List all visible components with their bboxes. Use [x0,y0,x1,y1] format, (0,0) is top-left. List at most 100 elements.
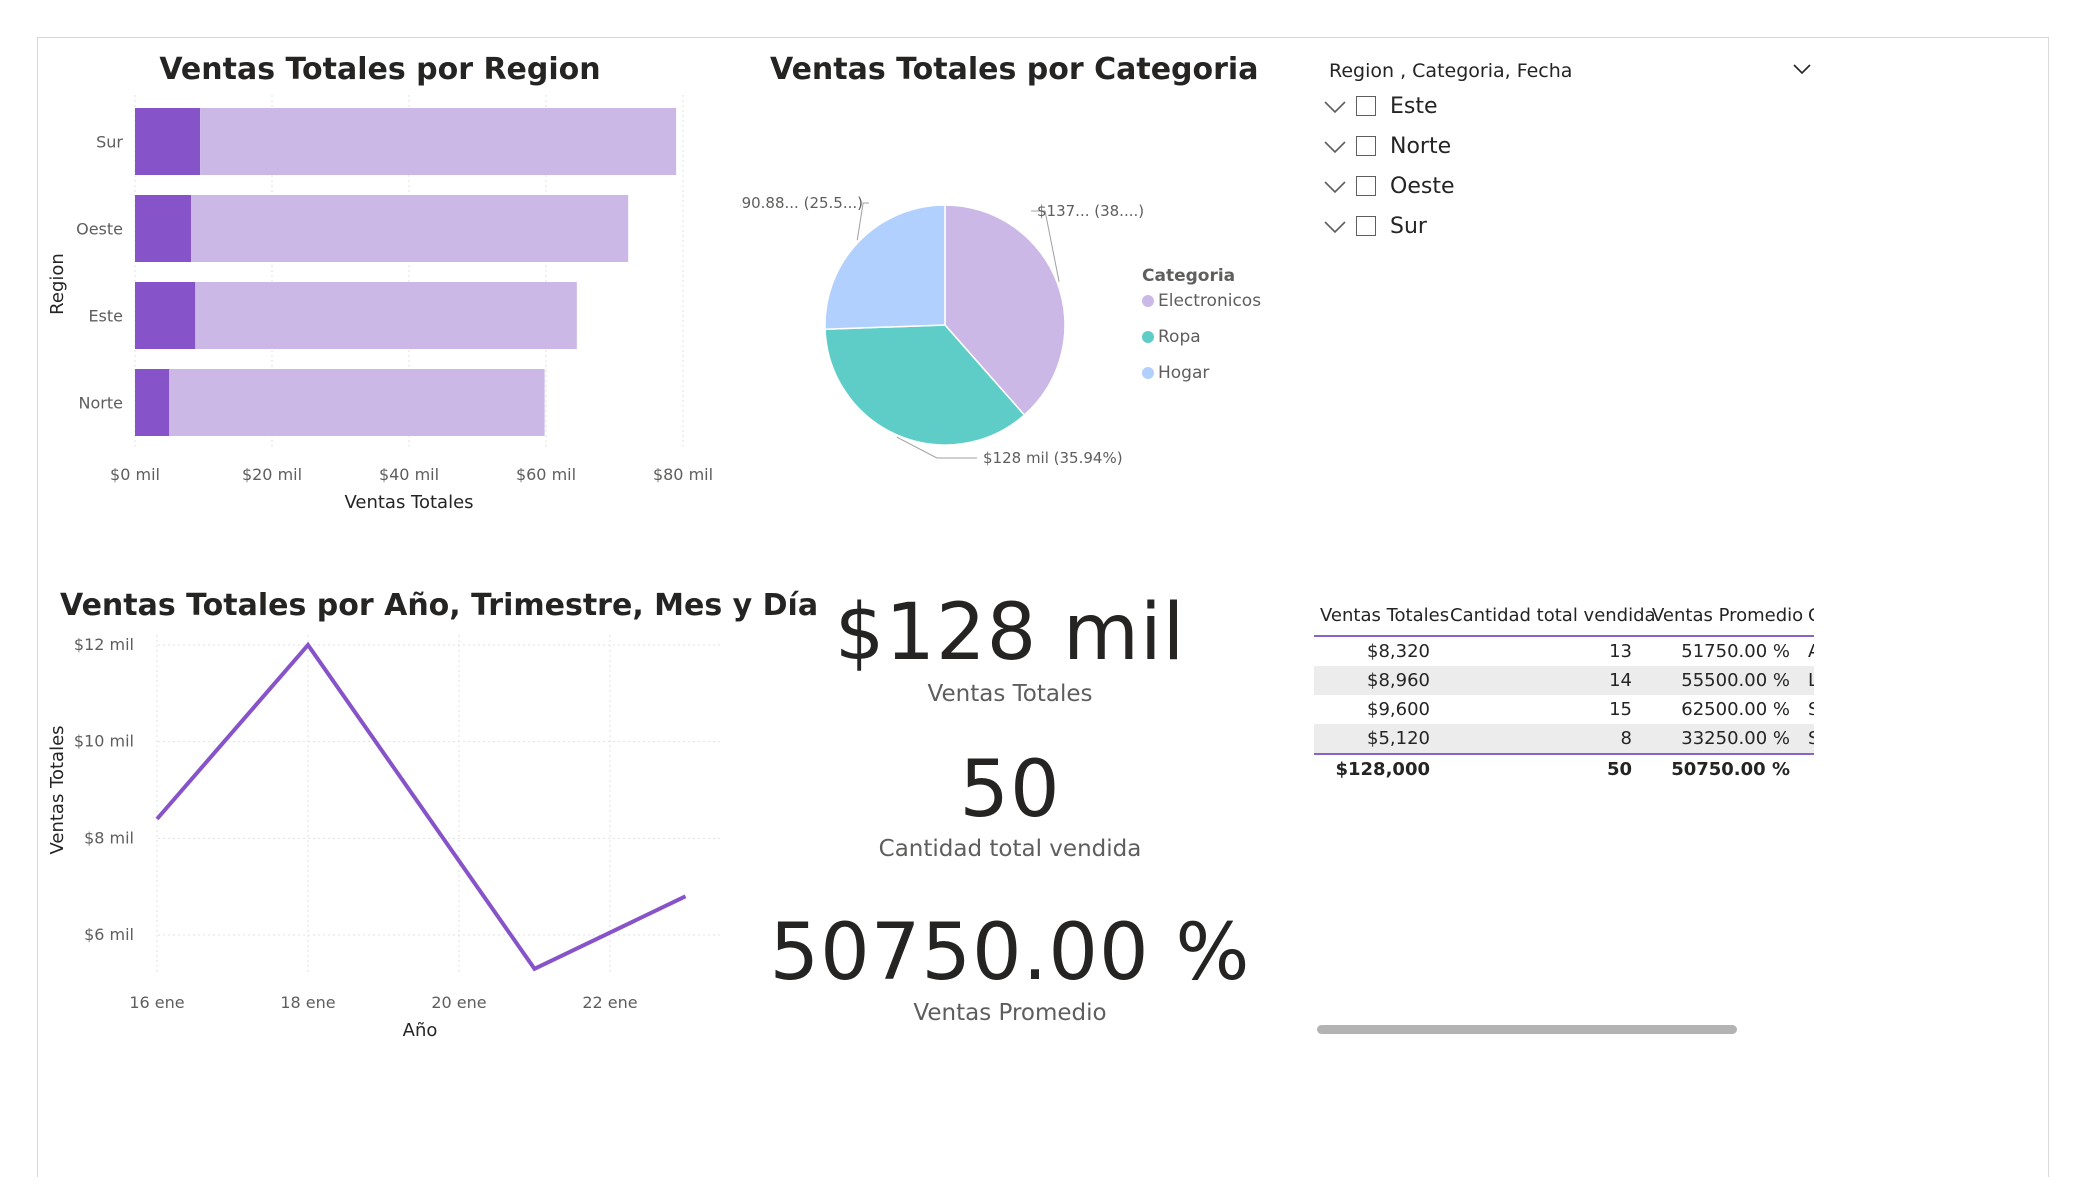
bar-segment [135,195,192,262]
table-total-cell: $128,000 [1335,759,1430,780]
table-header-cell[interactable]: Ventas Totales [1314,605,1449,626]
y-axis-title: Region [47,253,68,315]
table-total-cell: 50 [1606,759,1632,780]
y-tick-label: Norte [79,394,123,413]
table-cell: 14 [1609,670,1632,691]
table-header-cell[interactable]: C [1804,605,1814,626]
chevron-down-icon[interactable] [1322,136,1348,156]
table-cell: L [1808,670,1814,691]
checkbox[interactable] [1356,136,1376,156]
legend-marker [1142,331,1154,343]
line-series [155,641,687,972]
table-row: $8,960 14 55500.00 % L [1314,666,1814,695]
x-tick-label: 18 ene [280,993,335,1012]
pie-slice [824,204,946,330]
bar-segment [135,108,201,175]
table-header-row: Ventas Totales Cantidad total vendida Ve… [1314,595,1814,637]
table-cell: A [1804,641,1814,662]
table-cell: 15 [1609,699,1632,720]
x-tick-label: $40 mil [379,465,439,484]
table-cell: $8,960 [1367,670,1430,691]
bar-segment [200,108,677,175]
pie-chart[interactable]: $137... (38....) $128 mil (35.94%) $90.88.… [740,180,1300,500]
y-tick-label: $8 mil [84,828,134,847]
data-table[interactable]: Ventas Totales Cantidad total vendida Ve… [1314,595,1814,784]
table-row: $8,320 13 51750.00 % A [1314,637,1814,666]
chevron-down-icon[interactable] [1792,62,1812,76]
x-tick-label: $60 mil [516,465,576,484]
legend-marker [1142,367,1154,379]
pie-data-label: $137... (38....) [1037,202,1144,220]
table-cell: S [1808,728,1814,749]
chevron-down-icon[interactable] [1322,96,1348,116]
chevron-down-icon[interactable] [1322,216,1348,236]
table-cell: $5,120 [1367,728,1430,749]
x-axis-title: Ventas Totales [344,492,473,513]
bar-segment [195,282,577,349]
slicer-item-sur[interactable]: Sur [1322,209,1427,243]
card-ventas-totales-value: $128 mil [834,588,1186,678]
table-cell: 13 [1609,641,1632,662]
y-tick-label: $12 mil [74,635,134,654]
table-total-cell: 50750.00 % [1671,759,1790,780]
legend-item-label: Ropa [1158,327,1201,347]
card-ventas-promedio-label: Ventas Promedio [913,1000,1107,1026]
x-tick-label: $80 mil [653,465,713,484]
table-header-cell[interactable]: Ventas Promedio [1646,605,1804,626]
slicer-item-label: Sur [1390,213,1427,239]
slicer-item-norte[interactable]: Norte [1322,129,1451,163]
table-cell: 62500.00 % [1681,699,1790,720]
table-horizontal-scrollbar[interactable] [1317,1025,1737,1034]
x-tick-label: $0 mil [110,465,160,484]
checkbox[interactable] [1356,176,1376,196]
line-chart[interactable]: $12 mil $10 mil $8 mil $6 mil 16 ene 18 ene 20… [40,630,720,1050]
bar-segment [191,195,629,262]
table-cell: $8,320 [1367,641,1430,662]
legend-item-label: Electronicos [1158,291,1261,311]
bar-segment [135,369,170,436]
bar-segment [169,369,545,436]
table-row: $9,600 15 62500.00 % S [1314,695,1814,724]
x-tick-label: $20 mil [242,465,302,484]
table-row: $5,120 8 33250.00 % S [1314,724,1814,753]
slicer-item-label: Este [1390,93,1438,119]
table-cell: S [1808,699,1814,720]
checkbox[interactable] [1356,96,1376,116]
line-chart-title: Ventas Totales por Año, Trimestre, Mes y… [60,588,819,623]
legend-title: Categoria [1142,266,1235,286]
y-tick-label: Sur [96,133,123,152]
y-tick-label: Oeste [76,220,123,239]
x-tick-label: 20 ene [431,993,486,1012]
checkbox[interactable] [1356,216,1376,236]
table-cell: 33250.00 % [1681,728,1790,749]
x-tick-label: 16 ene [129,993,184,1012]
slicer-header: Region , Categoria, Fecha [1329,60,1573,82]
table-total-row: $128,000 50 50750.00 % [1314,753,1814,784]
y-tick-label: $6 mil [84,925,134,944]
pie-data-label: $90.88... (25.5...) [740,194,863,212]
slicer-item-oeste[interactable]: Oeste [1322,169,1454,203]
slicer-item-label: Oeste [1390,173,1455,199]
table-cell: 55500.00 % [1681,670,1790,691]
x-axis-title: Año [403,1020,438,1041]
card-cantidad-value: 50 [959,745,1061,835]
table-header-cell[interactable]: Cantidad total vendida [1444,605,1656,626]
y-tick-label: $10 mil [74,732,134,751]
y-tick-label: Este [88,307,123,326]
bar-chart[interactable]: $0 mil $20 mil $40 mil $60 mil $80 mil Sur Oes… [40,95,730,575]
card-ventas-promedio-value: 50750.00 % [769,908,1251,998]
legend-item-label: Hogar [1158,363,1209,383]
chevron-down-icon[interactable] [1322,176,1348,196]
table-cell: 51750.00 % [1681,641,1790,662]
card-ventas-totales-label: Ventas Totales [927,681,1093,707]
x-tick-label: 22 ene [582,993,637,1012]
table-cell: 8 [1620,728,1632,749]
bar-segment [135,282,196,349]
pie-data-label: $128 mil (35.94%) [983,449,1123,467]
y-axis-title: Ventas Totales [47,725,68,854]
card-cantidad-label: Cantidad total vendida [878,836,1142,862]
bar-chart-title: Ventas Totales por Region [159,52,601,87]
slicer-item-este[interactable]: Este [1322,89,1438,123]
table-cell: $9,600 [1367,699,1430,720]
pie-chart-title: Ventas Totales por Categoria [770,52,1259,87]
